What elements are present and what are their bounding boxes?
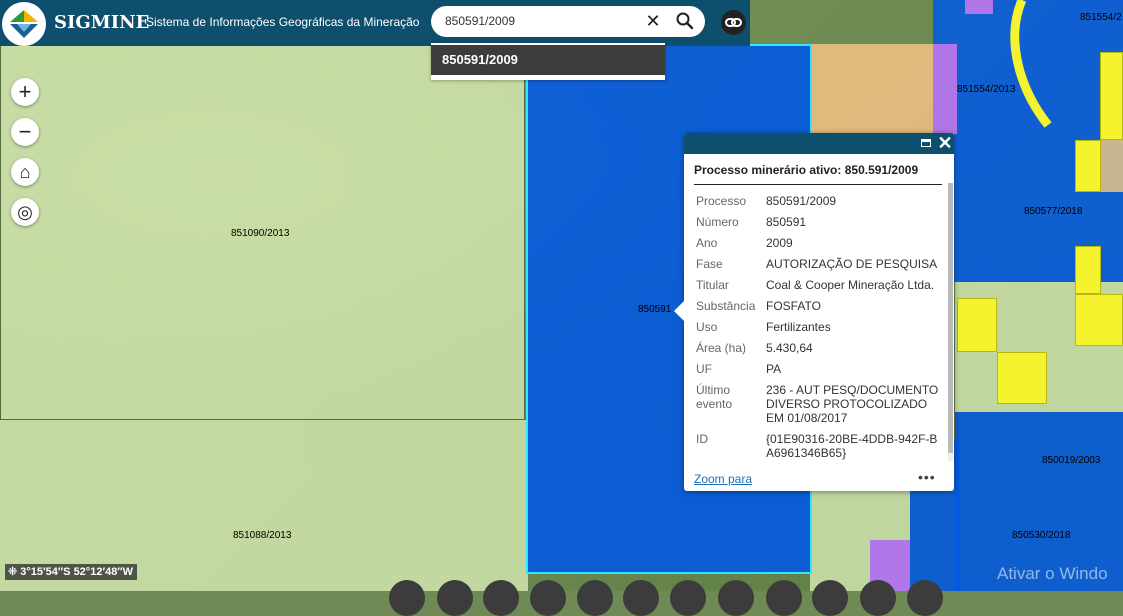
app-subtitle: Sistema de Informações Geográficas da Mi… — [146, 15, 420, 29]
attribute-value: {01E90316-20BE-4DDB-942F-BA6961346B65} — [766, 432, 938, 460]
coordinate-text: 3°15′54″S 52°12′48″W — [20, 566, 133, 578]
close-icon[interactable]: ✕ — [644, 12, 662, 30]
attribute-label: Fase — [696, 257, 723, 271]
dock-button[interactable] — [483, 580, 519, 616]
top-bar: SIGMINE Sistema de Informações Geográfic… — [0, 0, 1123, 46]
parcel-orange[interactable] — [810, 44, 933, 134]
popup-pointer — [674, 301, 684, 321]
search-suggestions: 850591/2009 — [431, 43, 665, 80]
crosshair-icon: ⁜ — [8, 566, 21, 578]
attribute-label: Processo — [696, 194, 747, 208]
parcel-tan[interactable] — [1101, 140, 1123, 192]
plus-icon: + — [18, 79, 32, 104]
attribute-label: ID — [696, 432, 708, 446]
minus-icon: − — [18, 119, 32, 144]
parcel-purple[interactable] — [933, 44, 957, 134]
parcel-yellow-4[interactable] — [1075, 294, 1123, 346]
zoom-in-button[interactable]: + — [11, 78, 39, 106]
home-icon: ⌂ — [19, 162, 31, 182]
attribute-label: Último evento — [696, 383, 733, 411]
attribute-value: AUTORIZAÇÃO DE PESQUISA — [766, 257, 938, 271]
attribute-value: 850591/2009 — [766, 194, 837, 208]
attribute-value: 2009 — [766, 236, 793, 250]
parcel-label: 851090/2013 — [231, 228, 290, 239]
attribute-value: Coal & Cooper Mineração Ltda. — [766, 278, 935, 292]
dock-button[interactable] — [766, 580, 802, 616]
close-icon[interactable]: ✕ — [937, 133, 953, 154]
link-button[interactable] — [721, 10, 746, 35]
search-input[interactable]: 850591/2009 — [445, 14, 515, 28]
sigmine-logo-icon[interactable] — [2, 2, 46, 46]
locate-icon: ◎ — [17, 202, 33, 222]
attribute-value: 850591 — [766, 215, 807, 229]
parcel-yellow-5[interactable] — [1075, 140, 1101, 192]
attribute-label: Número — [696, 215, 739, 229]
parcel-label: 850591 — [638, 304, 672, 315]
parcel-label: 851554/2013 — [957, 84, 1016, 95]
dock-button[interactable] — [530, 580, 566, 616]
locate-button[interactable]: ◎ — [11, 198, 39, 226]
more-options-icon[interactable]: ••• — [918, 469, 936, 485]
dock-button[interactable] — [860, 580, 896, 616]
attribute-value: Fertilizantes — [766, 320, 831, 334]
dock-button[interactable] — [907, 580, 943, 616]
dock-button[interactable] — [718, 580, 754, 616]
dock-button[interactable] — [623, 580, 659, 616]
attribute-value: FOSFATO — [766, 299, 821, 313]
map-view[interactable]: 851090/2013 851088/2013 850591 851554/20… — [0, 0, 1123, 591]
attribute-label: Titular — [696, 278, 729, 292]
zoom-out-button[interactable]: − — [11, 118, 39, 146]
parcel-yellow-2[interactable] — [997, 352, 1047, 404]
dock-button[interactable] — [577, 580, 613, 616]
zoom-to-link[interactable]: Zoom para — [694, 472, 752, 486]
dock-button[interactable] — [437, 580, 473, 616]
dock-button[interactable] — [812, 580, 848, 616]
windows-activation-watermark: Ativar o Windo — [997, 564, 1108, 583]
search-box[interactable]: 850591/2009 ✕ — [431, 6, 705, 37]
scrollbar-thumb[interactable] — [948, 183, 953, 453]
maximize-icon[interactable] — [921, 139, 931, 147]
dock-button[interactable] — [670, 580, 706, 616]
popup-header: ✕ — [684, 133, 954, 154]
parcel-label: 850019/2003 — [1042, 455, 1101, 466]
popup-scrollbar[interactable] — [948, 183, 953, 461]
attribute-value: 5.430,64 — [766, 341, 813, 355]
attribute-value: PA — [766, 362, 782, 376]
attribute-label: Ano — [696, 236, 718, 250]
dock-button[interactable] — [389, 580, 425, 616]
suggestion-item[interactable]: 850591/2009 — [431, 45, 665, 75]
search-icon[interactable] — [675, 11, 695, 31]
home-button[interactable]: ⌂ — [11, 158, 39, 186]
parcel-yellow-3[interactable] — [1075, 246, 1101, 294]
parcel-label: 850577/2018 — [1024, 206, 1083, 217]
app-title: SIGMINE — [54, 12, 150, 33]
popup-title: Processo minerário ativo: 850.591/2009 — [694, 163, 942, 185]
attribute-label: Área (ha) — [696, 341, 747, 355]
parcel-label: 850530/2018 — [1012, 530, 1071, 541]
parcel-yellow-1[interactable] — [957, 298, 997, 352]
attribute-label: Uso — [696, 320, 718, 334]
coordinate-readout: ⁜ 3°15′54″S 52°12′48″W — [5, 564, 137, 580]
attribute-label: UF — [696, 362, 712, 376]
parcel-label: 851088/2013 — [233, 530, 292, 541]
link-icon — [725, 18, 742, 27]
attribute-label: Substância — [696, 299, 756, 313]
attribute-value: 236 - AUT PESQ/DOCUMENTO DIVERSO PROTOCO… — [766, 383, 939, 425]
feature-popup: ✕ Processo minerário ativo: 850.591/2009… — [674, 133, 954, 491]
